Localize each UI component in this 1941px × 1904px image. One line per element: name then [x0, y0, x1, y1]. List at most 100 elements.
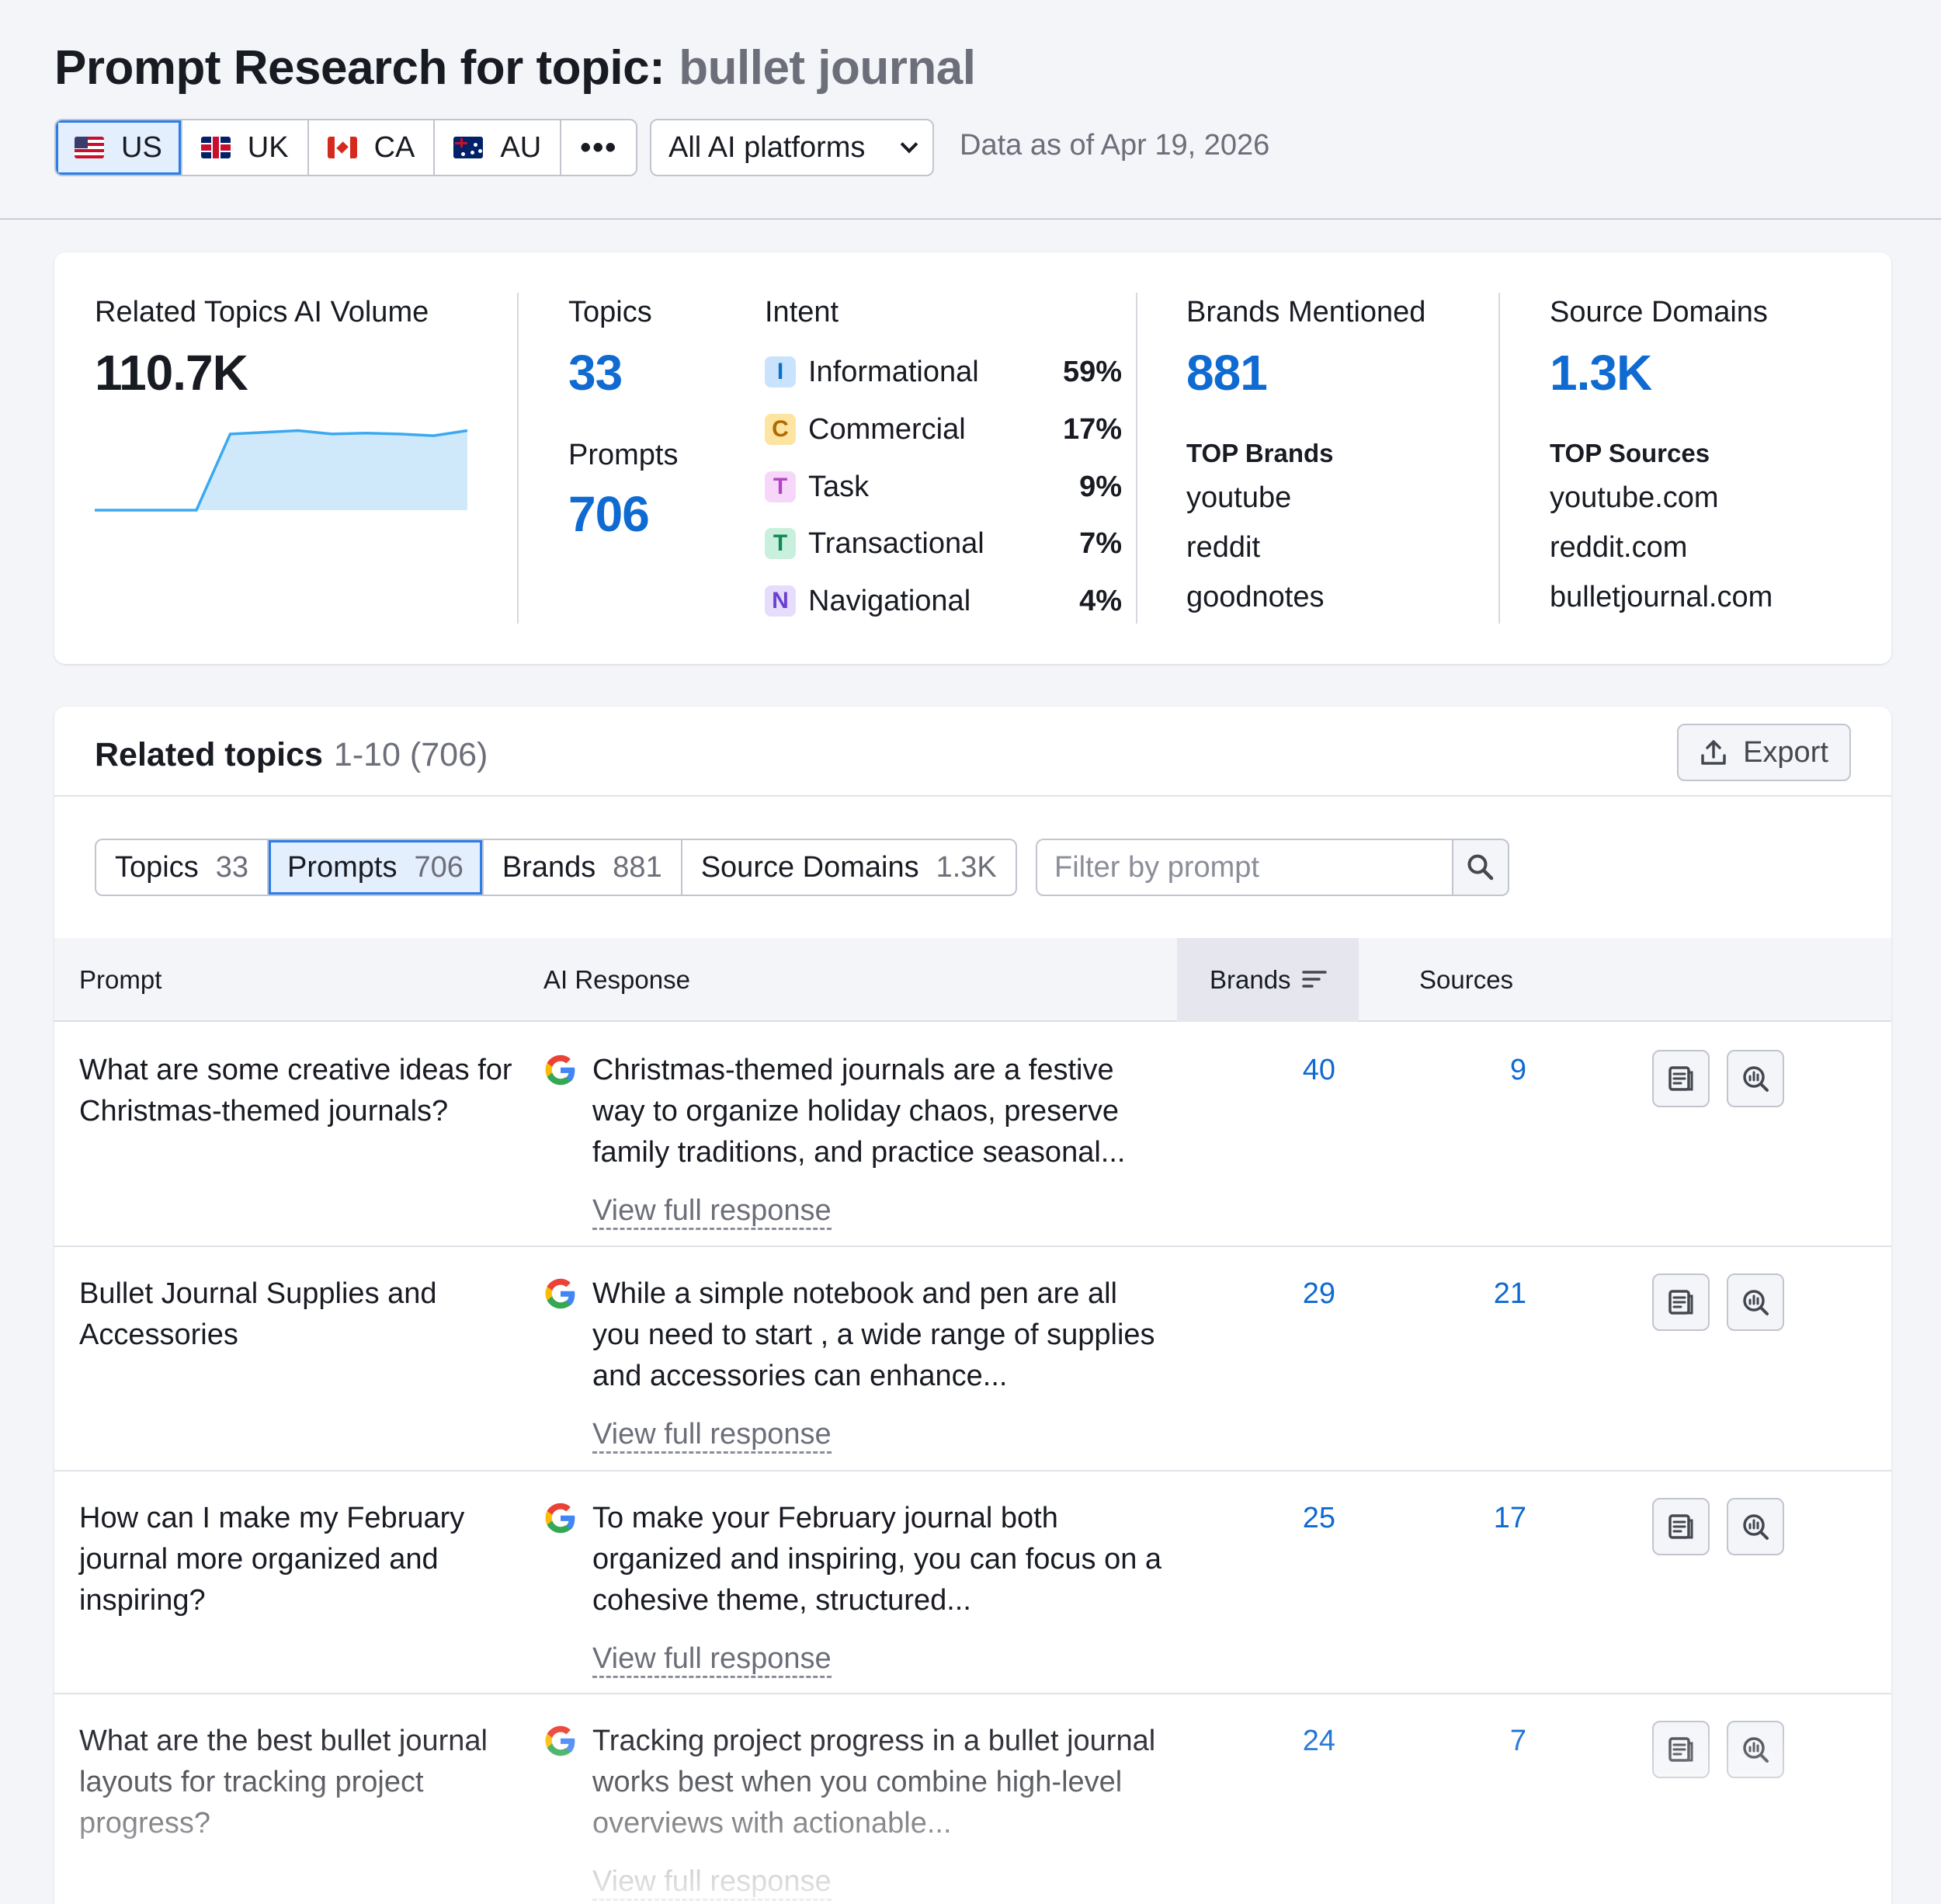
export-button[interactable]: Export: [1677, 724, 1851, 781]
google-icon: [545, 1278, 575, 1309]
top-sources-label: TOP Sources: [1550, 439, 1710, 467]
sources-count[interactable]: 7: [1433, 1721, 1526, 1762]
country-ca-button[interactable]: CA: [309, 120, 436, 175]
country-us-button[interactable]: US: [56, 120, 182, 175]
prompt-text: Bullet Journal Supplies and Accessories: [79, 1277, 437, 1351]
country-au-button[interactable]: AU: [435, 120, 562, 175]
intent-name: Transactional: [808, 526, 984, 560]
tab-label: Brands: [502, 850, 596, 884]
document-icon: [1668, 1290, 1693, 1315]
document-icon: [1668, 1514, 1693, 1539]
google-icon: [545, 1725, 575, 1756]
table-row: Bullet Journal Supplies and Accessories W…: [54, 1247, 1891, 1471]
export-icon: [1701, 740, 1726, 765]
view-response-button[interactable]: [1652, 1721, 1710, 1778]
brands-mentioned-value[interactable]: 881: [1186, 344, 1268, 401]
divider: [54, 795, 1891, 797]
ai-response-text: To make your February journal both organ…: [592, 1502, 1162, 1617]
top-brand-item: reddit: [1186, 531, 1261, 564]
intent-badge: N: [765, 585, 796, 617]
ai-platform-icon: [543, 1724, 578, 1762]
source-domains-value[interactable]: 1.3K: [1550, 344, 1652, 401]
volume-trend-chart: [95, 429, 467, 512]
related-topics-heading: Related topics: [95, 736, 323, 773]
brands-count[interactable]: 25: [1242, 1498, 1335, 1539]
tab-source-domains[interactable]: Source Domains 1.3K: [682, 840, 1016, 895]
intent-row: I Informational 59%: [765, 354, 1122, 390]
sources-count[interactable]: 21: [1433, 1273, 1526, 1315]
country-code: CA: [373, 130, 415, 164]
ai-platform-value: All AI platforms: [668, 130, 866, 164]
google-icon: [545, 1503, 575, 1534]
prompt-text: What are some creative ideas for Christm…: [79, 1054, 512, 1127]
view-response-button[interactable]: [1652, 1273, 1710, 1331]
intent-badge: C: [765, 414, 796, 445]
intent-percent: 4%: [1079, 584, 1122, 617]
google-icon: [545, 1054, 575, 1086]
column-brands[interactable]: Brands: [1177, 938, 1359, 1022]
filter-prompt-input[interactable]: [1036, 839, 1452, 896]
volume-label: Related Topics AI Volume: [95, 296, 429, 328]
prompts-value[interactable]: 706: [568, 485, 650, 543]
view-full-response-link[interactable]: View full response: [592, 1193, 832, 1230]
ai-platform-dropdown[interactable]: All AI platforms: [650, 119, 934, 176]
country-uk-button[interactable]: UK: [182, 120, 309, 175]
topics-value[interactable]: 33: [568, 344, 623, 401]
intent-row: N Navigational 4%: [765, 583, 1122, 619]
page-title-prefix: Prompt Research for topic:: [54, 41, 665, 95]
tab-prompts[interactable]: Prompts 706: [269, 840, 484, 895]
more-icon: •••: [580, 130, 618, 165]
divider: [517, 293, 519, 624]
filter-box: [1036, 839, 1509, 896]
top-source-item: youtube.com: [1550, 481, 1719, 514]
intent-percent: 7%: [1079, 526, 1122, 560]
view-full-response-link[interactable]: View full response: [592, 1864, 832, 1901]
sources-count[interactable]: 17: [1433, 1498, 1526, 1539]
search-icon: [1467, 854, 1494, 881]
analyze-prompt-button[interactable]: [1727, 1498, 1784, 1555]
brands-count[interactable]: 40: [1242, 1050, 1335, 1091]
analyze-prompt-button[interactable]: [1727, 1050, 1784, 1107]
related-topics-title: Related topics 1-10 (706): [95, 736, 488, 774]
data-date: Data as of Apr 19, 2026: [960, 129, 1270, 162]
view-response-button[interactable]: [1652, 1498, 1710, 1555]
tab-brands[interactable]: Brands 881: [484, 840, 682, 895]
related-topics-card: Related topics 1-10 (706) Export Topics 3…: [54, 707, 1891, 1904]
top-source-item: reddit.com: [1550, 531, 1688, 564]
intent-badge: T: [765, 528, 796, 559]
analyze-prompt-button[interactable]: [1727, 1721, 1784, 1778]
analyze-icon: [1743, 1066, 1769, 1092]
brands-count[interactable]: 24: [1242, 1721, 1335, 1762]
uk-flag-icon: [200, 137, 231, 158]
summary-card: Related Topics AI Volume 110.7K Topics 3…: [54, 252, 1891, 664]
analyze-icon: [1743, 1514, 1769, 1540]
intent-name: Task: [808, 470, 870, 503]
intent-label: Intent: [765, 296, 839, 328]
intent-name: Commercial: [808, 412, 966, 446]
brands-count[interactable]: 29: [1242, 1273, 1335, 1315]
search-button[interactable]: [1452, 839, 1509, 896]
analyze-prompt-button[interactable]: [1727, 1273, 1784, 1331]
view-response-button[interactable]: [1652, 1050, 1710, 1107]
topics-label: Topics: [568, 296, 652, 328]
more-countries-button[interactable]: •••: [561, 120, 636, 175]
intent-name: Navigational: [808, 584, 971, 617]
view-full-response-link[interactable]: View full response: [592, 1642, 832, 1678]
table-row: What are the best bullet journal layouts…: [54, 1694, 1891, 1904]
ca-flag-icon: [327, 137, 357, 158]
divider: [1498, 293, 1500, 624]
view-full-response-link[interactable]: View full response: [592, 1417, 832, 1454]
intent-badge: T: [765, 471, 796, 502]
trend-area: [95, 430, 467, 510]
page-title: Prompt Research for topic: bullet journal: [54, 40, 976, 96]
tab-topics[interactable]: Topics 33: [96, 840, 269, 895]
analyze-icon: [1743, 1737, 1769, 1763]
column-prompt: Prompt: [79, 965, 162, 994]
chevron-down-icon: [900, 135, 918, 154]
sources-count[interactable]: 9: [1433, 1050, 1526, 1091]
ai-platform-icon: [543, 1277, 578, 1315]
prompt-text: How can I make my February journal more …: [79, 1502, 465, 1617]
ai-response-text: Tracking project progress in a bullet jo…: [592, 1725, 1156, 1840]
top-brand-item: goodnotes: [1186, 581, 1325, 613]
column-sources[interactable]: Sources: [1419, 938, 1513, 1022]
